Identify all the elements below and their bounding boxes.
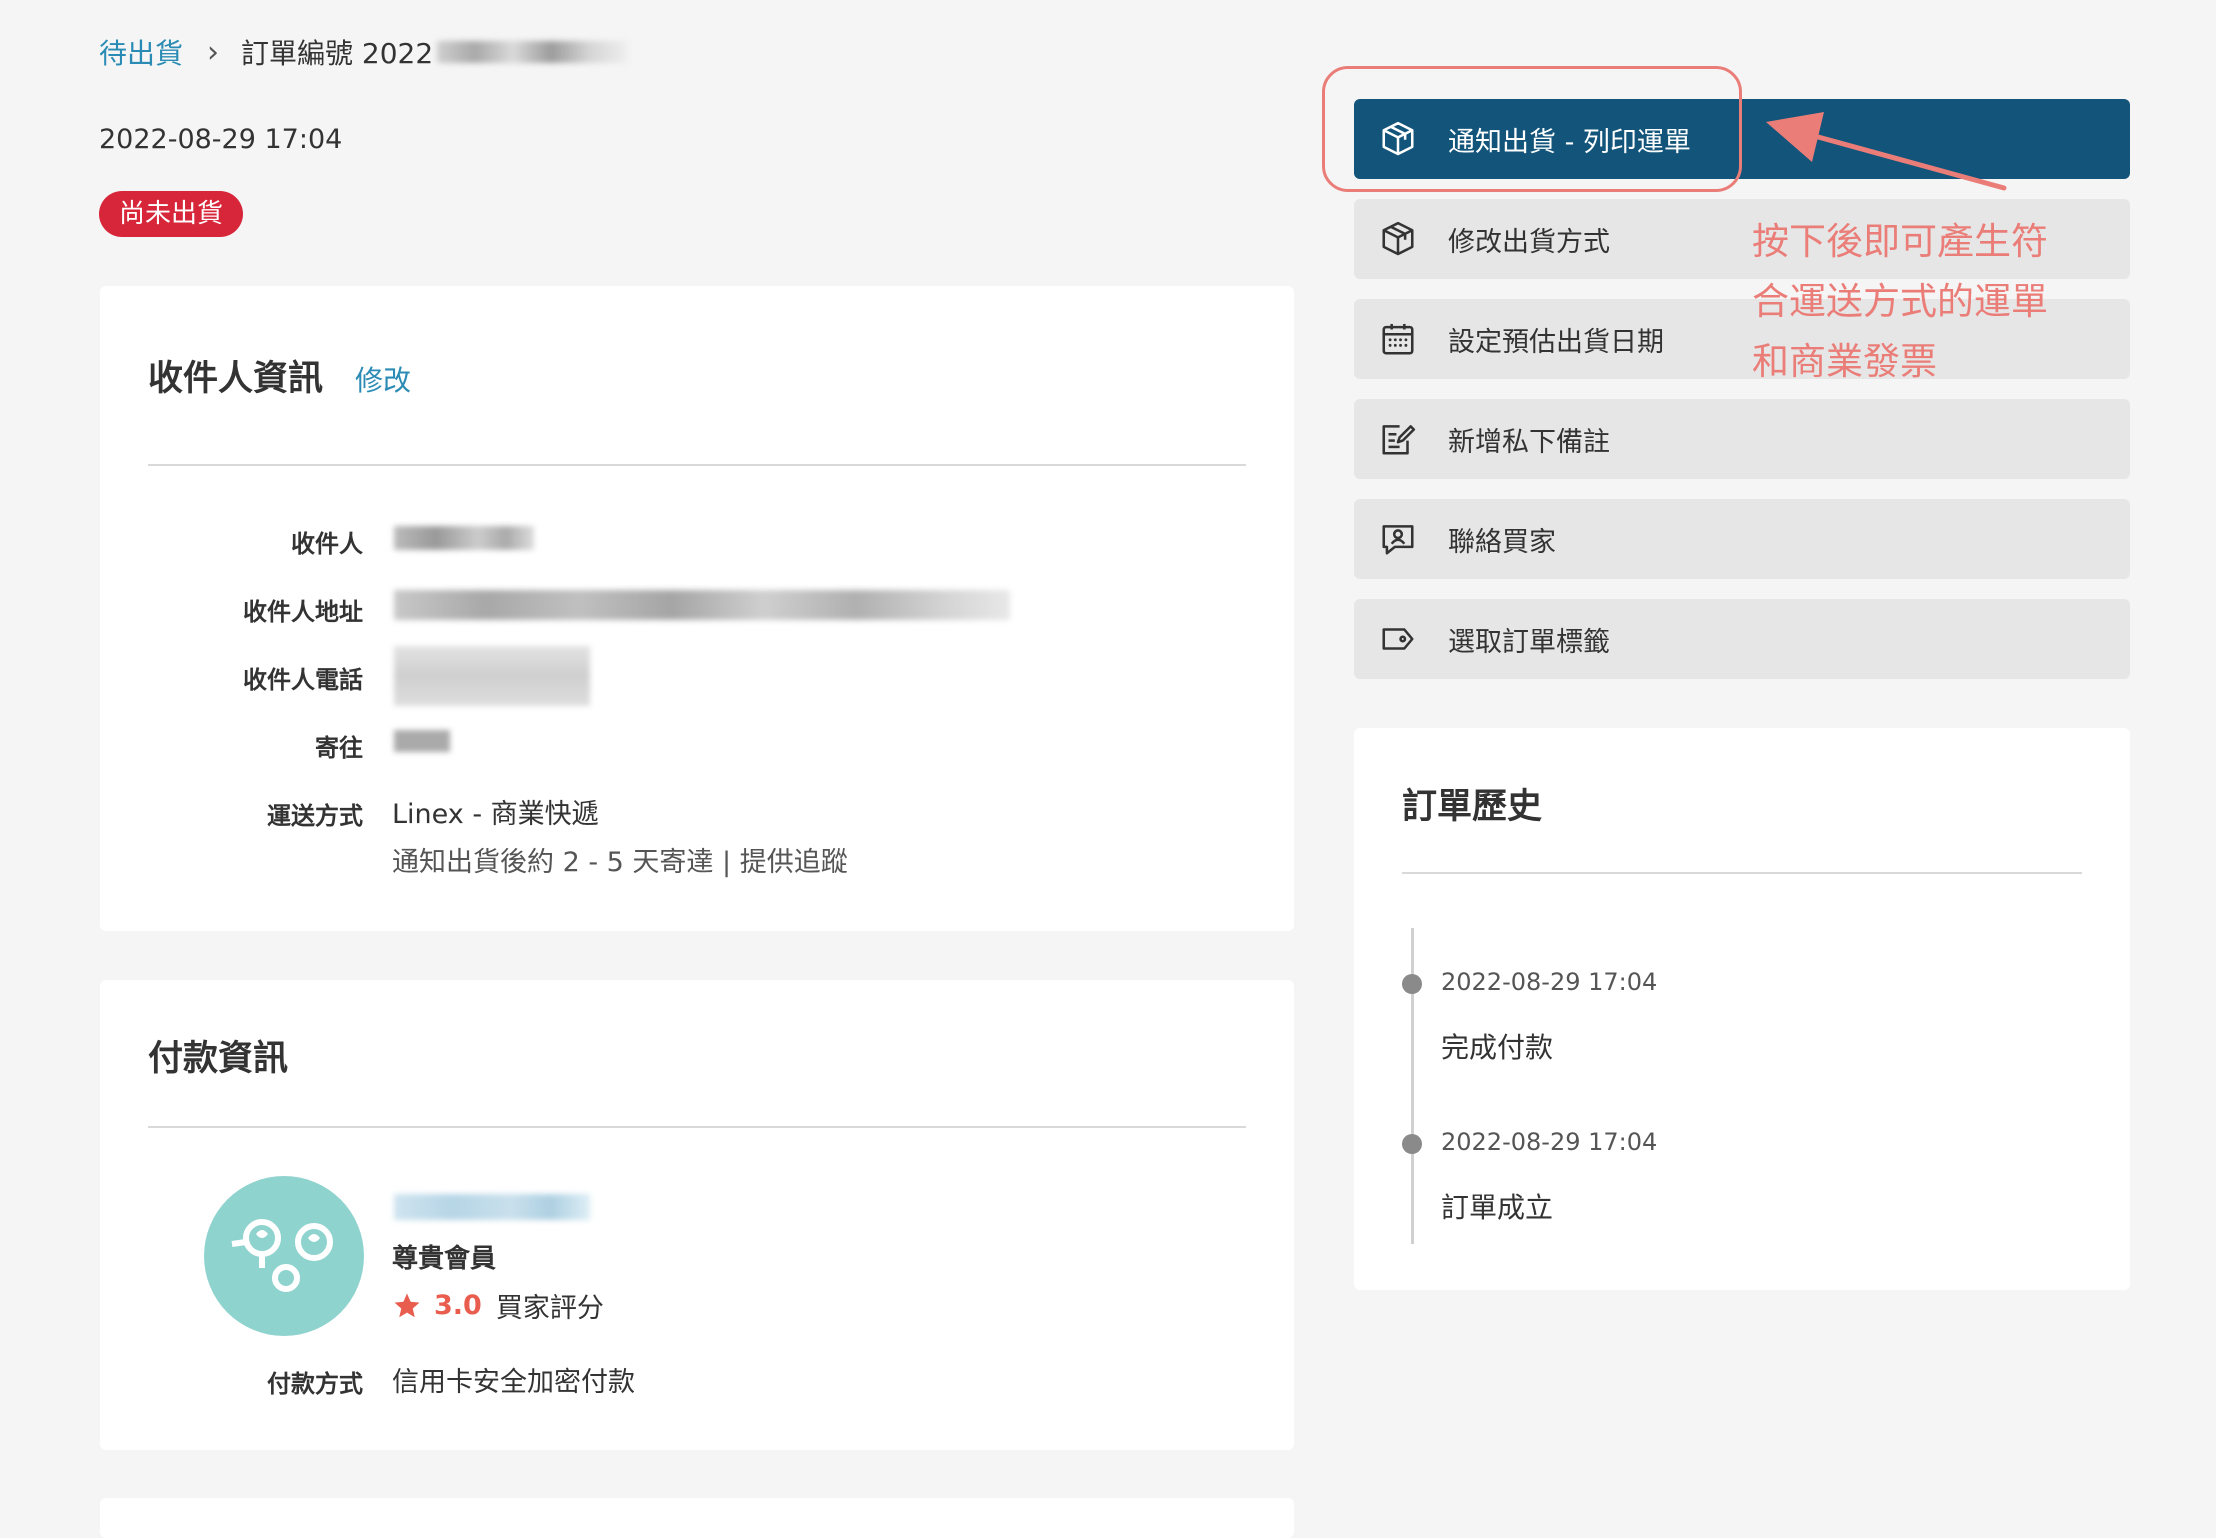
history-event-label: 完成付款 <box>1441 1031 1554 1064</box>
payment-method-value: 信用卡安全加密付款 <box>392 1367 635 1398</box>
phone-label: 收件人電話 <box>243 666 363 694</box>
timeline-dot <box>1402 974 1422 994</box>
ship-to-label: 寄往 <box>315 734 363 762</box>
order-date: 2022-08-29 17:04 <box>99 124 343 155</box>
status-badge: 尚未出貨 <box>99 191 244 237</box>
recipient-card: 收件人資訊 修改 收件人 收件人地址 收件人電話 寄往 運送方式 Linex -… <box>100 286 1294 931</box>
payment-card: 付款資訊 尊貴會員 3.0 買家評分 付款方式 信用卡安全加密付款 <box>100 980 1294 1450</box>
button-label: 聯絡買家 <box>1448 526 1556 558</box>
history-event-date: 2022-08-29 17:04 <box>1441 968 1658 996</box>
order-history-title: 訂單歷史 <box>1402 787 1543 827</box>
calendar-icon <box>1378 319 1418 359</box>
timeline-dot <box>1402 1134 1422 1154</box>
shipping-method-label: 運送方式 <box>267 802 363 830</box>
annotation-arrow-icon <box>1766 112 2007 191</box>
package-icon <box>1378 219 1418 259</box>
contact-buyer-button[interactable]: 聯絡買家 <box>1354 499 2130 579</box>
recipient-card-title: 收件人資訊 <box>148 359 324 399</box>
rating-value: 3.0 <box>434 1290 482 1321</box>
annotation-text: 按下後即可產生符 合運送方式的運單 和商業發票 <box>1752 212 2092 392</box>
next-card <box>100 1498 1294 1538</box>
edit-recipient-link[interactable]: 修改 <box>355 359 411 399</box>
annotation-line: 按下後即可產生符 <box>1752 220 2048 263</box>
chevron-right-icon: › <box>207 34 220 70</box>
breadcrumb-order-number: 訂單編號 2022 <box>241 37 434 70</box>
breadcrumb-parent-link[interactable]: 待出貨 <box>99 32 183 72</box>
annotation-line: 合運送方式的運單 <box>1752 280 2048 323</box>
breadcrumb: 待出貨 › 訂單編號 2022 <box>99 30 628 74</box>
shipping-method-detail: 通知出貨後約 2 - 5 天寄達 | 提供追蹤 <box>392 847 848 878</box>
button-label: 選取訂單標籤 <box>1448 626 1610 658</box>
address-label: 收件人地址 <box>243 598 363 626</box>
member-tier: 尊貴會員 <box>392 1244 497 1274</box>
shipping-method-value: Linex - 商業快遞 <box>392 799 599 830</box>
annotation-line: 和商業發票 <box>1752 340 1937 383</box>
select-order-tag-button[interactable]: 選取訂單標籤 <box>1354 599 2130 679</box>
payment-card-title: 付款資訊 <box>148 1039 289 1079</box>
add-private-note-button[interactable]: 新增私下備註 <box>1354 399 2130 479</box>
buyer-rating: 3.0 買家評分 <box>392 1286 604 1325</box>
button-label: 修改出貨方式 <box>1448 226 1610 258</box>
redacted-phone <box>394 646 590 706</box>
redacted-country <box>394 730 450 752</box>
avatar <box>204 1176 364 1336</box>
tag-icon <box>1378 619 1418 659</box>
recipient-label: 收件人 <box>291 530 363 558</box>
redacted-buyer-name <box>394 1194 590 1220</box>
avatar-face-icon <box>231 1219 333 1292</box>
button-label: 新增私下備註 <box>1448 426 1610 458</box>
history-event-date: 2022-08-29 17:04 <box>1441 1128 1658 1156</box>
redacted-order-number <box>437 41 628 63</box>
redacted-address <box>394 590 1010 620</box>
button-label: 設定預估出貨日期 <box>1448 326 1664 358</box>
divider <box>1402 872 2082 874</box>
redacted-recipient-name <box>394 526 534 550</box>
annotation-highlight-circle <box>1322 66 1742 192</box>
divider <box>148 464 1246 466</box>
payment-method-label: 付款方式 <box>267 1370 363 1398</box>
star-icon <box>394 1293 420 1317</box>
chat-user-icon <box>1378 519 1418 559</box>
rating-label: 買家評分 <box>495 1293 604 1324</box>
divider <box>148 1126 1246 1128</box>
history-event-label: 訂單成立 <box>1441 1191 1554 1224</box>
note-edit-icon <box>1378 419 1418 459</box>
